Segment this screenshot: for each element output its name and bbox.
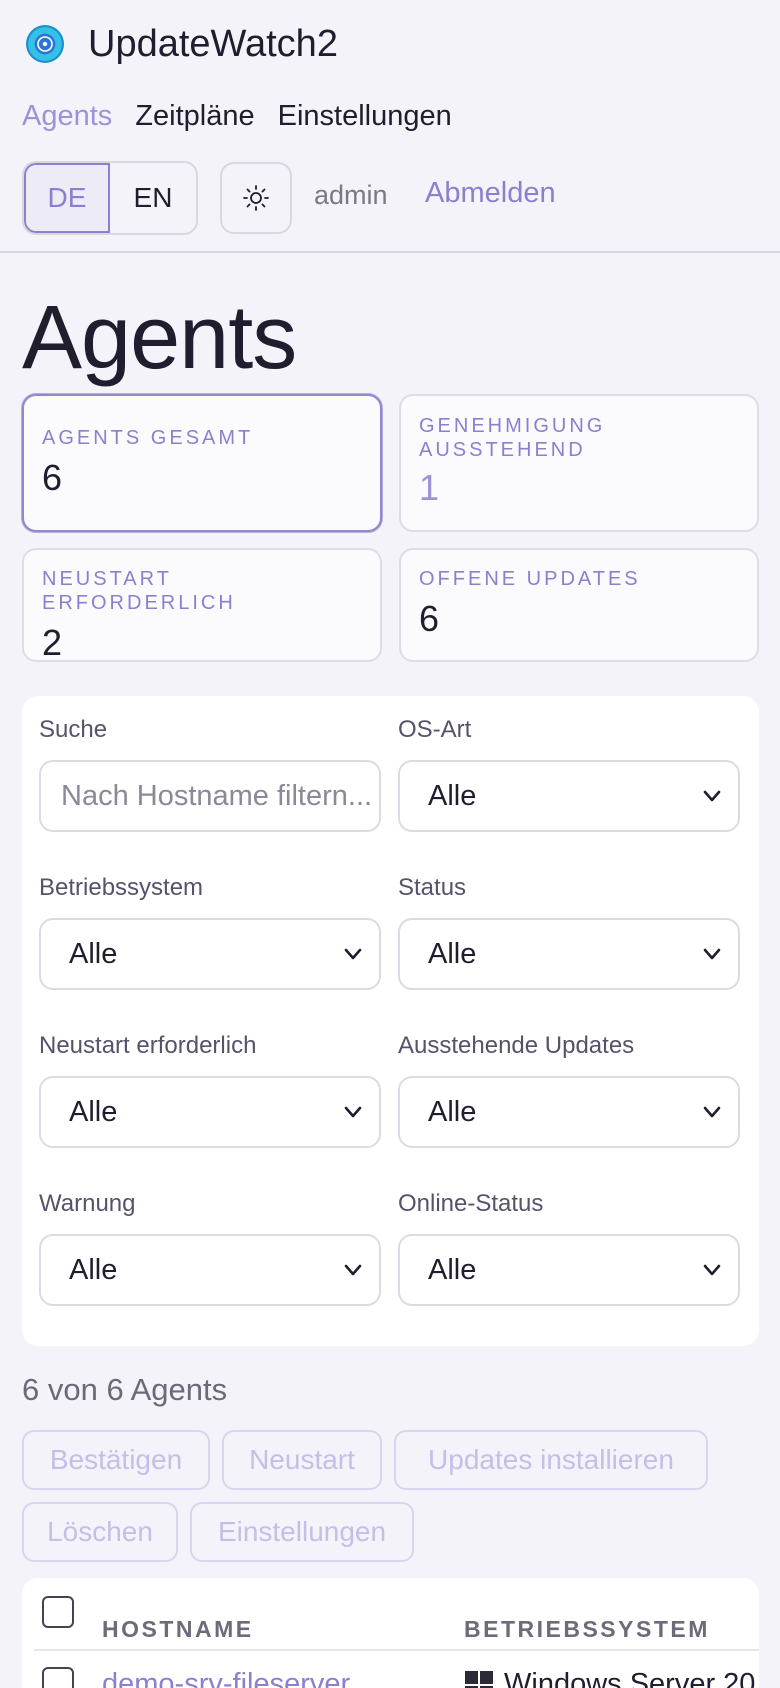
stat-card-open-updates[interactable]: OFFENE UPDATES 6 <box>399 548 759 662</box>
os-type-select[interactable]: Alle <box>398 760 740 832</box>
page-title: Agents <box>22 288 297 388</box>
row-divider <box>34 1649 759 1651</box>
nav-item-zeitplaene[interactable]: Zeitpläne <box>135 96 254 136</box>
search-label: Suche <box>39 716 108 743</box>
stat-label: OFFENE UPDATES <box>419 568 641 590</box>
hostname-link[interactable]: demo-srv-fileserver <box>102 1668 350 1688</box>
reboot-button[interactable]: Neustart <box>222 1430 382 1490</box>
language-switch: DE EN <box>22 161 198 235</box>
nav-item-agents[interactable]: Agents <box>22 96 112 136</box>
stat-label: AGENTS GESAMT <box>42 427 254 449</box>
stat-value: 1 <box>419 467 440 508</box>
reboot-select[interactable]: Alle <box>39 1076 381 1148</box>
stat-label: GENEHMIGUNG AUSSTEHEND <box>419 415 606 461</box>
chevron-down-icon <box>344 948 362 960</box>
online-status-select[interactable]: Alle <box>398 1234 740 1306</box>
install-updates-button[interactable]: Updates installieren <box>394 1430 708 1490</box>
online-status-value: Alle <box>428 1253 477 1286</box>
stat-card-reboot-required[interactable]: NEUSTART ERFORDERLICH 2 <box>22 548 382 663</box>
nav-item-einstellungen[interactable]: Einstellungen <box>278 96 452 136</box>
chevron-down-icon <box>344 1264 362 1276</box>
chevron-down-icon <box>703 1264 721 1276</box>
reboot-label: Neustart erforderlich <box>39 1032 257 1059</box>
warning-value: Alle <box>69 1253 118 1286</box>
stat-label: NEUSTART ERFORDERLICH <box>42 568 236 614</box>
language-en-button[interactable]: EN <box>110 163 196 233</box>
os-select[interactable]: Alle <box>39 918 381 990</box>
status-select[interactable]: Alle <box>398 918 740 990</box>
logout-link[interactable]: Abmelden <box>425 177 556 210</box>
agents-table: HOSTNAME BETRIEBSSYSTEM demo-srv-fileser… <box>22 1578 759 1688</box>
chevron-down-icon <box>703 1106 721 1118</box>
stat-card-total[interactable]: AGENTS GESAMT 6 <box>22 394 382 532</box>
os-type-label: OS-Art <box>398 716 472 743</box>
sun-icon <box>243 185 269 211</box>
chevron-down-icon <box>703 790 721 802</box>
windows-icon <box>465 1670 493 1688</box>
status-label: Status <box>398 874 467 901</box>
delete-button[interactable]: Löschen <box>22 1502 178 1562</box>
main-nav: Agents Zeitpläne Einstellungen <box>22 96 452 136</box>
os-name: Windows Server 20 <box>504 1668 756 1688</box>
column-header-os[interactable]: BETRIEBSSYSTEM <box>464 1616 710 1643</box>
result-count: 6 von 6 Agents <box>22 1372 228 1407</box>
confirm-button[interactable]: Bestätigen <box>22 1430 210 1490</box>
select-all-checkbox[interactable] <box>42 1596 74 1628</box>
online-status-label: Online-Status <box>398 1190 544 1217</box>
row-checkbox[interactable] <box>42 1667 74 1688</box>
os-label: Betriebssystem <box>39 874 204 901</box>
current-user: admin <box>314 180 388 210</box>
pending-updates-label: Ausstehende Updates <box>398 1032 635 1059</box>
stat-value: 2 <box>42 622 63 663</box>
pending-updates-value: Alle <box>428 1095 477 1128</box>
filter-panel: Suche Nach Hostname filtern... OS-Art Al… <box>22 696 759 1346</box>
status-value: Alle <box>428 937 477 970</box>
chevron-down-icon <box>703 948 721 960</box>
os-cell: Windows Server 20 <box>464 1668 755 1688</box>
settings-button[interactable]: Einstellungen <box>190 1502 414 1562</box>
os-type-value: Alle <box>428 779 477 812</box>
chevron-down-icon <box>344 1106 362 1118</box>
stat-card-approval-pending[interactable]: GENEHMIGUNG AUSSTEHEND 1 <box>399 394 759 532</box>
os-value: Alle <box>69 937 118 970</box>
language-de-button[interactable]: DE <box>24 163 110 233</box>
app-logo-icon <box>26 25 64 63</box>
stat-value: 6 <box>42 457 63 498</box>
reboot-value: Alle <box>69 1095 118 1128</box>
app-title: UpdateWatch2 <box>88 23 338 65</box>
top-header: UpdateWatch2 Agents Zeitpläne Einstellun… <box>0 0 780 253</box>
column-header-hostname[interactable]: HOSTNAME <box>102 1616 254 1643</box>
pending-updates-select[interactable]: Alle <box>398 1076 740 1148</box>
search-input[interactable]: Nach Hostname filtern... <box>39 760 381 832</box>
warning-select[interactable]: Alle <box>39 1234 381 1306</box>
warning-label: Warnung <box>39 1190 136 1217</box>
stat-value: 6 <box>419 598 440 639</box>
theme-toggle-button[interactable] <box>220 162 292 234</box>
